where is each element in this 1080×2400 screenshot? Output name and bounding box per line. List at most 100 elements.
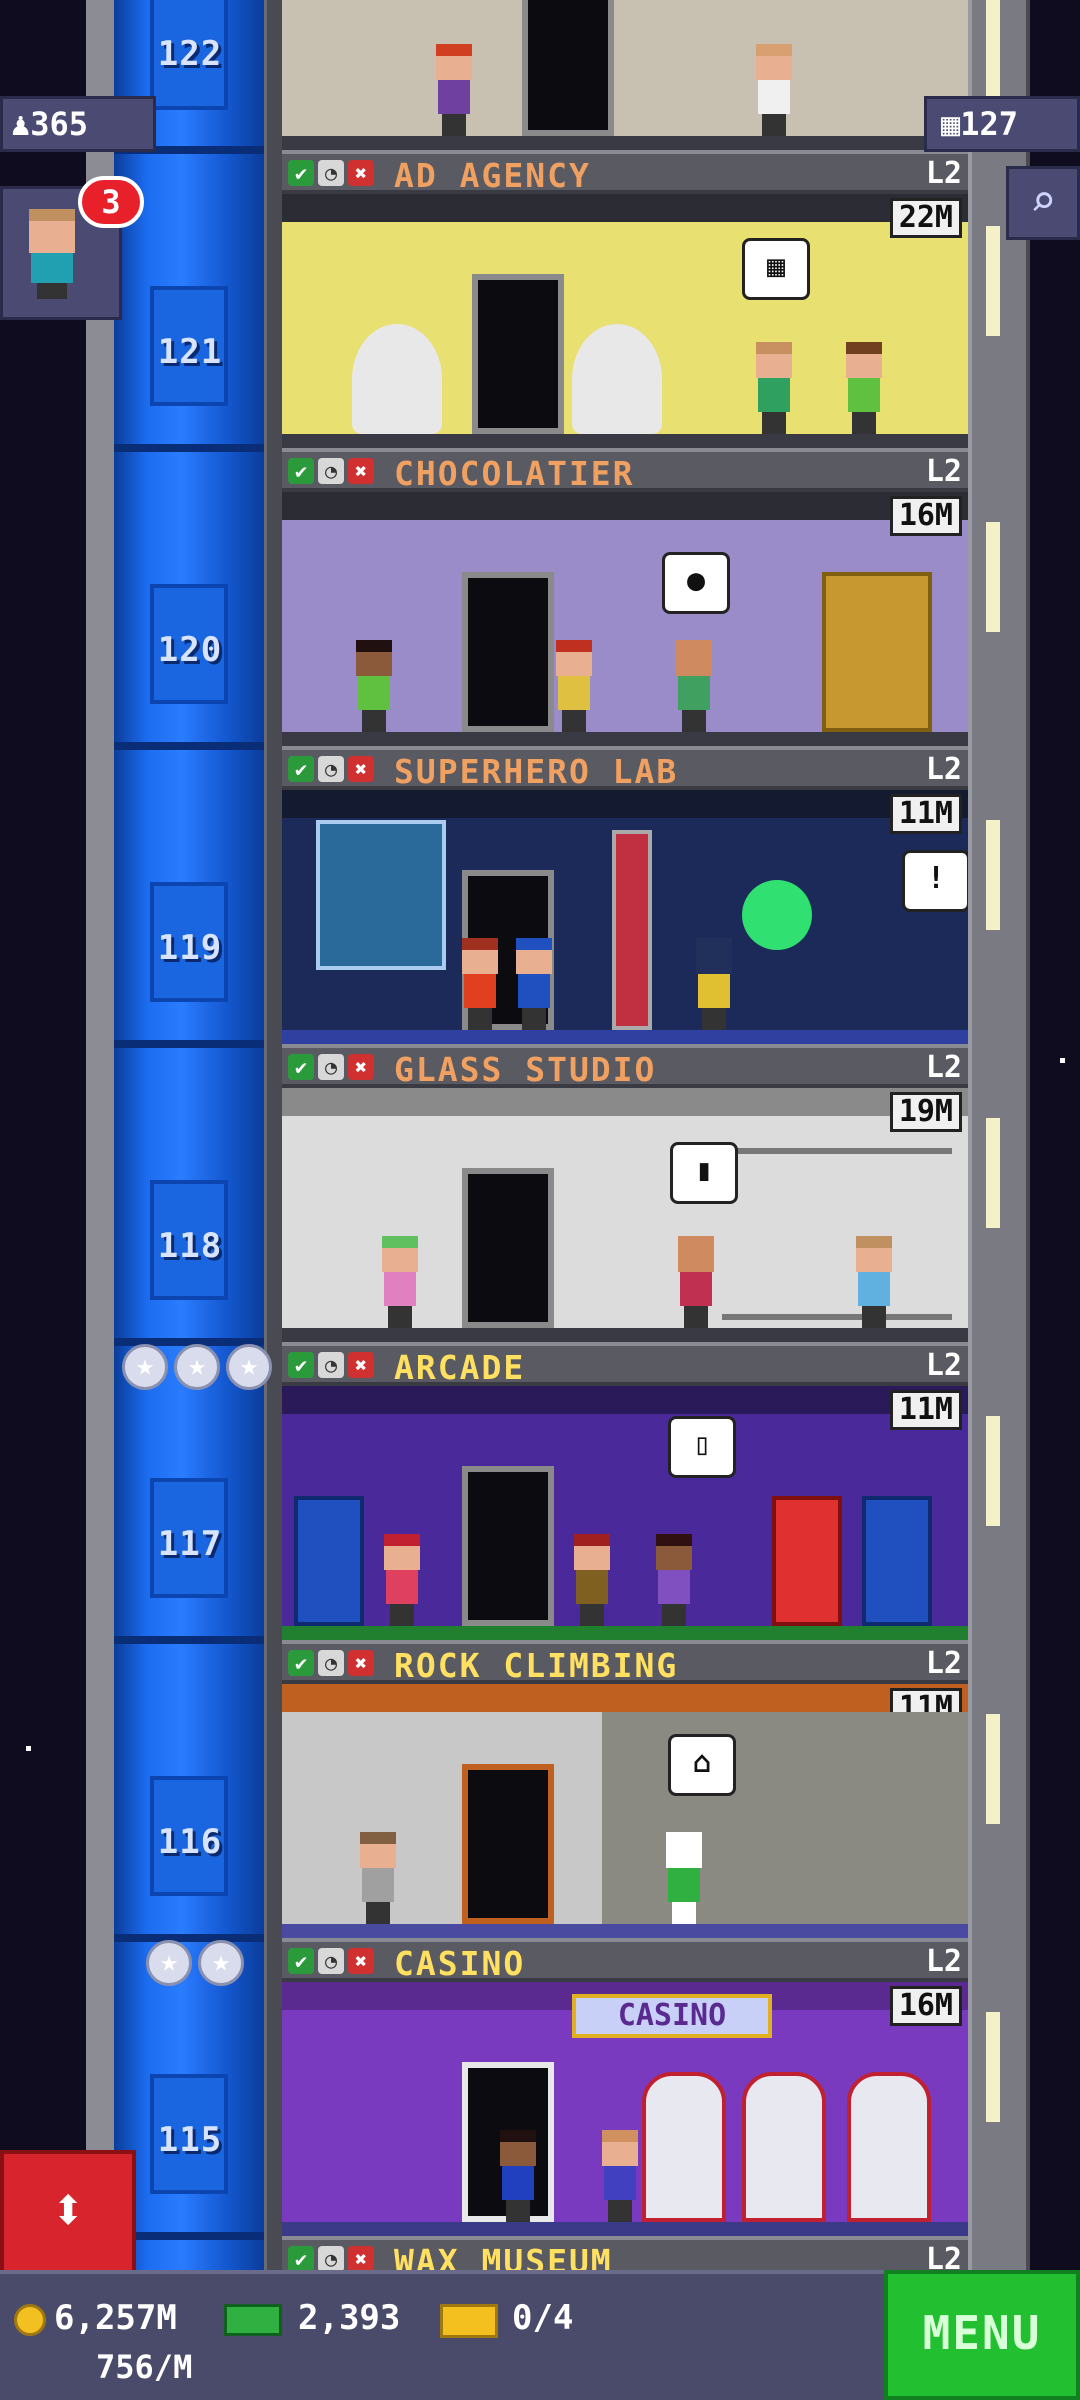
bitizen[interactable] bbox=[662, 1832, 706, 1924]
speech-bubble[interactable]: ! bbox=[902, 850, 968, 912]
bitizen[interactable] bbox=[752, 44, 796, 136]
check-icon: ✔ bbox=[288, 1948, 314, 1974]
floor-ad-agency[interactable]: ✔ ◔ ✖ AD AGENCY L2 22M ▦ bbox=[282, 150, 968, 448]
close-icon: ✖ bbox=[348, 458, 374, 484]
bitizen[interactable] bbox=[652, 1534, 696, 1626]
bitizen[interactable] bbox=[552, 640, 596, 732]
window-light bbox=[986, 1714, 1000, 1824]
floor-room-partial[interactable] bbox=[282, 0, 968, 150]
floor-header: ✔ ◔ ✖ ARCADE L2 bbox=[282, 1342, 968, 1387]
shaft-divider bbox=[114, 2232, 264, 2240]
bitizen[interactable] bbox=[570, 1534, 614, 1626]
bitizen[interactable] bbox=[458, 938, 502, 1030]
check-icon: ✔ bbox=[288, 2246, 314, 2272]
floor-rock-climbing[interactable]: ✔ ◔ ✖ ROCK CLIMBING L2 11M ⌂ bbox=[282, 1640, 968, 1938]
floor-header: ✔ ◔ ✖ AD AGENCY L2 bbox=[282, 150, 968, 195]
close-icon: ✖ bbox=[348, 160, 374, 186]
menu-button[interactable]: MENU bbox=[884, 2270, 1080, 2400]
shaft-divider bbox=[114, 1040, 264, 1048]
slot-machine bbox=[742, 2072, 826, 2222]
close-icon: ✖ bbox=[348, 756, 374, 782]
space-star bbox=[26, 1746, 31, 1751]
bitizen[interactable] bbox=[378, 1236, 422, 1328]
shaft-divider bbox=[114, 444, 264, 452]
bitizen[interactable] bbox=[692, 938, 736, 1030]
elevator-button[interactable]: ⬍ bbox=[0, 2150, 136, 2274]
room-door bbox=[462, 572, 554, 732]
check-icon: ✔ bbox=[288, 160, 314, 186]
bitizen[interactable] bbox=[598, 2130, 642, 2222]
window-light bbox=[986, 1416, 1000, 1526]
clock-icon: ◔ bbox=[318, 458, 344, 484]
bitizen[interactable] bbox=[356, 1832, 400, 1924]
close-icon: ✖ bbox=[348, 1352, 374, 1378]
clock-icon: ◔ bbox=[318, 756, 344, 782]
bitizen[interactable] bbox=[674, 1236, 718, 1328]
floor-chocolatier[interactable]: ✔ ◔ ✖ CHOCOLATIER L2 16M ● bbox=[282, 448, 968, 746]
clock-icon: ◔ bbox=[318, 1650, 344, 1676]
room-door bbox=[462, 1466, 554, 1626]
speech-bubble[interactable]: ▦ bbox=[742, 238, 810, 300]
space-star bbox=[1060, 1058, 1065, 1063]
bitizen[interactable] bbox=[432, 44, 476, 136]
green-globe bbox=[742, 880, 812, 950]
tesla-coil bbox=[612, 830, 652, 1030]
floor-stars: ★ ★ bbox=[146, 1940, 244, 1986]
room-door bbox=[472, 274, 564, 434]
speech-bubble[interactable]: ▯ bbox=[668, 1416, 736, 1478]
floor-casino[interactable]: ✔ ◔ ✖ CASINO L2 16M CASINO bbox=[282, 1938, 968, 2236]
window-light bbox=[986, 1118, 1000, 1228]
floor-name: ROCK CLIMBING bbox=[394, 1646, 679, 1685]
hero-scanner-screen bbox=[316, 820, 446, 970]
search-button[interactable]: ⌕ bbox=[1006, 166, 1080, 240]
magnifier-icon: ⌕ bbox=[1029, 176, 1057, 227]
slot-machine bbox=[642, 2072, 726, 2222]
bitizen[interactable] bbox=[496, 2130, 540, 2222]
coin-icon bbox=[14, 2304, 46, 2336]
speech-bubble[interactable]: ⌂ bbox=[668, 1734, 736, 1796]
floor-arcade[interactable]: ✔ ◔ ✖ ARCADE L2 11M ▯ bbox=[282, 1342, 968, 1640]
close-icon: ✖ bbox=[348, 2246, 374, 2272]
casino-sign: CASINO bbox=[572, 1994, 772, 2038]
floor-price: 22M bbox=[889, 198, 962, 238]
shaft-divider bbox=[114, 1636, 264, 1644]
visitor-avatar-icon bbox=[23, 209, 83, 299]
bitizen[interactable] bbox=[672, 640, 716, 732]
glass-shelf bbox=[722, 1148, 952, 1320]
bitizen[interactable] bbox=[352, 640, 396, 732]
floor-level: L2 bbox=[925, 1646, 962, 1681]
star-icon: ★ bbox=[122, 1344, 168, 1390]
bitizen[interactable] bbox=[852, 1236, 896, 1328]
egg-chair bbox=[572, 324, 662, 434]
floor-glass-studio[interactable]: ✔ ◔ ✖ GLASS STUDIO L2 19M ▮ bbox=[282, 1044, 968, 1342]
bitizen[interactable] bbox=[752, 342, 796, 434]
floor-header: ✔ ◔ ✖ CHOCOLATIER L2 bbox=[282, 448, 968, 493]
star-icon: ★ bbox=[226, 1344, 272, 1390]
bitizen[interactable] bbox=[842, 342, 886, 434]
clock-icon: ◔ bbox=[318, 160, 344, 186]
shaft-floor-number: 115 bbox=[157, 2120, 223, 2160]
check-icon: ✔ bbox=[288, 1650, 314, 1676]
shaft-floor-number: 122 bbox=[157, 34, 223, 74]
arcade-cabinet bbox=[862, 1496, 932, 1626]
bitizen[interactable] bbox=[512, 938, 556, 1030]
population-counter[interactable]: ♟365 bbox=[0, 96, 156, 152]
climbing-wall bbox=[602, 1712, 968, 1924]
building-icon: ▦ bbox=[941, 105, 961, 143]
check-icon: ✔ bbox=[288, 1054, 314, 1080]
floor-level: L2 bbox=[925, 454, 962, 489]
floor-level: L2 bbox=[925, 1050, 962, 1085]
speech-bubble[interactable]: ● bbox=[662, 552, 730, 614]
arcade-cabinet bbox=[772, 1496, 842, 1626]
floor-counter[interactable]: ▦127 bbox=[924, 96, 1080, 152]
speech-bubble[interactable]: ▮ bbox=[670, 1142, 738, 1204]
star-icon: ★ bbox=[198, 1940, 244, 1986]
bux-value: 2,393 bbox=[298, 2298, 401, 2338]
coins-rate: 756/M bbox=[96, 2348, 193, 2386]
window-light bbox=[986, 522, 1000, 632]
visitor-count-badge: 3 bbox=[78, 176, 144, 228]
floor-superhero-lab[interactable]: ✔ ◔ ✖ SUPERHERO LAB L2 11M ! bbox=[282, 746, 968, 1044]
clock-icon: ◔ bbox=[318, 1352, 344, 1378]
shaft-floor-number: 120 bbox=[157, 630, 223, 670]
bitizen[interactable] bbox=[380, 1534, 424, 1626]
